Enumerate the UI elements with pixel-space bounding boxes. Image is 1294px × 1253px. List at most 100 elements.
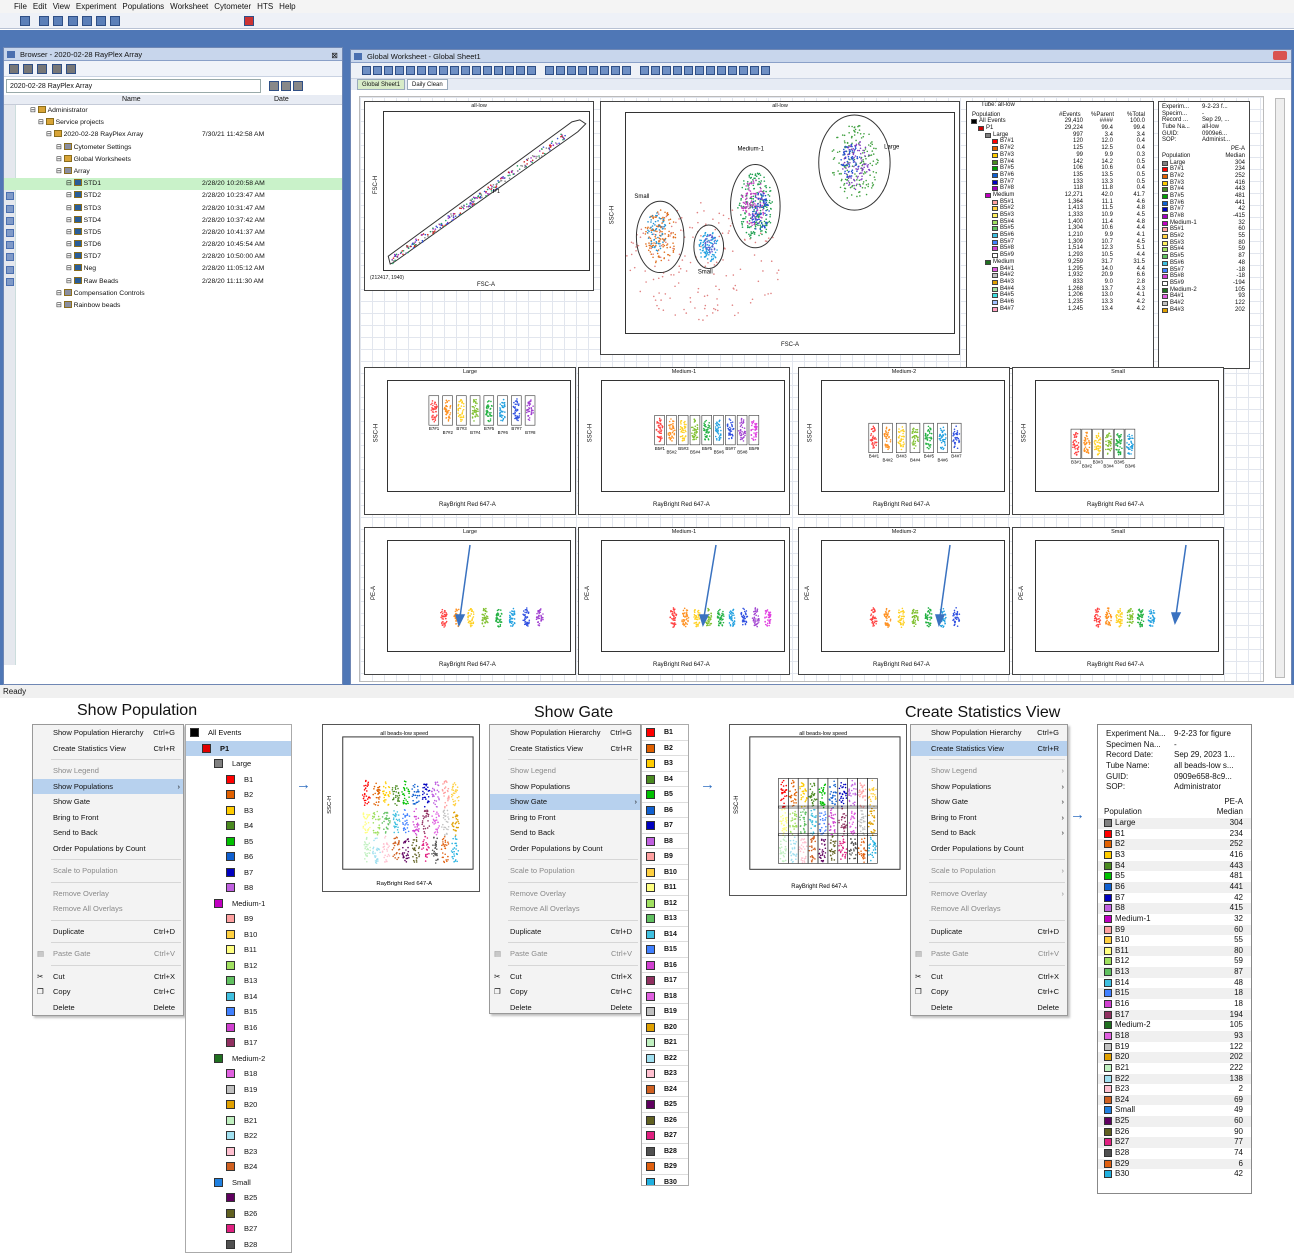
overlay-plot[interactable]: all beads-low speed RayBright Red 647-A … [322, 724, 480, 892]
tube-stat-row[interactable]: Medium-2 105 [1159, 287, 1249, 294]
tube-stat-row[interactable]: B4#1 93 [1159, 293, 1249, 300]
pe-plot-medium-1[interactable]: Medium-1 PE-A RayBright Red 647-A [578, 527, 790, 675]
menu-item-remove-all-overlays[interactable]: Remove All Overlays [33, 901, 183, 917]
population-item[interactable]: B28 [186, 1237, 291, 1253]
hierarchy-row[interactable]: B5#6 1,210 9.9 4.1 [967, 232, 1153, 239]
menu-item-order-populations-by-count[interactable]: Order Populations by Count [33, 841, 183, 857]
menu-item-show-legend[interactable]: Show Legend [33, 763, 183, 779]
tube-stat-row[interactable]: B4#2 122 [1159, 300, 1249, 307]
tube-stat-row[interactable]: B5#7 -18 [1159, 267, 1249, 274]
tube-stat-row[interactable]: B7#7 42 [1159, 206, 1249, 213]
population-item[interactable]: B15 [186, 1004, 291, 1020]
worksheet-tool-button[interactable] [728, 66, 737, 75]
worksheet-tool-button[interactable] [406, 66, 415, 75]
worksheet-tool-button[interactable] [706, 66, 715, 75]
population-item[interactable]: All Events [186, 725, 291, 741]
population-item[interactable]: B18 [186, 1066, 291, 1082]
tube-stat-row[interactable]: B7#2 252 [1159, 173, 1249, 180]
population-item[interactable]: B27 [186, 1221, 291, 1237]
worksheet-tool-button[interactable] [622, 66, 631, 75]
tree-item[interactable]: ⊟ STD5 2/28/20 10:41:37 AM [4, 227, 342, 239]
hierarchy-row[interactable]: B7#1 120 12.0 0.4 [967, 138, 1153, 145]
menu-item-paste-gate[interactable]: ▤ Paste Gate Ctrl+V [33, 946, 183, 962]
tube-stat-row[interactable]: B7#3 416 [1159, 180, 1249, 187]
toolbar-button[interactable] [81, 16, 92, 26]
tube-statistics-panel[interactable]: Experim... 9-2-23 f... Specim... - Record ..… [1158, 101, 1250, 369]
new-experiment-icon[interactable] [23, 64, 34, 74]
hierarchy-row[interactable]: Large 997 3.4 3.4 [967, 132, 1153, 139]
worksheet-tool-button[interactable] [417, 66, 426, 75]
hierarchy-row[interactable]: B7#2 125 12.5 0.4 [967, 145, 1153, 152]
population-item[interactable]: B5 [186, 834, 291, 850]
name-column-header[interactable]: Name [122, 95, 141, 105]
tube-stat-row[interactable]: B5#3 80 [1159, 240, 1249, 247]
population-item[interactable]: B8 [186, 880, 291, 896]
population-item[interactable]: B24 [186, 1159, 291, 1175]
tube-stat-row[interactable]: B5#6 48 [1159, 260, 1249, 267]
menu-item-show-population-hierarchy[interactable]: Show Population Hierarchy Ctrl+G [33, 725, 183, 741]
close-icon[interactable] [1273, 51, 1287, 60]
fsc-plot[interactable]: all-low P1 FSC-H FSC-A (212417, 1940) [364, 101, 594, 291]
hierarchy-row[interactable]: B5#4 1,400 11.4 4.8 [967, 219, 1153, 226]
worksheet-tool-button[interactable] [662, 66, 671, 75]
hierarchy-row[interactable]: P1 29,224 99.4 99.4 [967, 125, 1153, 132]
tube-stat-row[interactable]: B5#2 55 [1159, 233, 1249, 240]
tab-global-sheet1[interactable]: Global Sheet1 [357, 79, 406, 90]
browser-option-icon[interactable] [281, 81, 291, 91]
worksheet-tool-button[interactable] [527, 66, 536, 75]
population-item[interactable]: Medium-2 [186, 1051, 291, 1067]
tube-stat-row[interactable]: B7#5 481 [1159, 193, 1249, 200]
worksheet-tool-button[interactable] [494, 66, 503, 75]
p1-gate[interactable] [387, 119, 587, 265]
tube-stat-row[interactable]: Medium-1 32 [1159, 220, 1249, 227]
tube-stat-row[interactable]: B5#9 -194 [1159, 280, 1249, 287]
hierarchy-row[interactable]: B5#3 1,333 10.9 4.5 [967, 212, 1153, 219]
tube-stat-row[interactable]: B7#8 -415 [1159, 213, 1249, 220]
tree-item[interactable]: ⊟ STD4 2/28/20 10:37:42 AM [4, 215, 342, 227]
hierarchy-row[interactable]: B7#4 142 14.2 0.5 [967, 159, 1153, 166]
worksheet-tool-button[interactable] [545, 66, 554, 75]
population-item[interactable]: B11 [186, 942, 291, 958]
tree-item[interactable]: ⊟ Service projects [4, 117, 342, 129]
tube-stat-row[interactable]: B5#1 60 [1159, 226, 1249, 233]
population-item[interactable]: B23 [186, 1144, 291, 1160]
cytometer-disconnected-icon[interactable] [243, 16, 254, 26]
worksheet-tool-button[interactable] [362, 66, 371, 75]
menu-populations[interactable]: Populations [122, 2, 164, 11]
worksheet-tool-button[interactable] [461, 66, 470, 75]
tube-stat-row[interactable]: B5#8 -18 [1159, 273, 1249, 280]
hierarchy-row[interactable]: B4#1 1,295 14.0 4.4 [967, 266, 1153, 273]
hierarchy-row[interactable]: All Events 29,410 #### 100.0 [967, 118, 1153, 125]
worksheet-tool-button[interactable] [739, 66, 748, 75]
new-worksheet-icon[interactable] [65, 64, 76, 74]
menu-item-scale-to-population[interactable]: Scale to Population [33, 863, 183, 879]
ssc-plot[interactable]: all-low Small Small Medium-1 Large SSC-H… [600, 101, 960, 355]
menu-item-show-populations[interactable]: Show Populations › [33, 778, 183, 794]
menu-item-duplicate[interactable]: Duplicate Ctrl+D [33, 924, 183, 940]
gate-plot-large[interactable]: Large B7#1 B7#2 B7#3 B7#4 B7#5 B7#6 B7#7 B7#8 SSC… [364, 367, 576, 515]
population-item[interactable]: B4 [186, 818, 291, 834]
tube-stat-row[interactable]: B7#4 443 [1159, 186, 1249, 193]
tube-stat-row[interactable]: B5#5 87 [1159, 253, 1249, 260]
experiment-combo[interactable]: 2020-02-28 RayPlex Array [6, 79, 261, 93]
worksheet-tool-button[interactable] [640, 66, 649, 75]
population-item[interactable]: B25 [186, 1190, 291, 1206]
bead-gate[interactable] [882, 422, 893, 453]
tree-item[interactable]: ⊟ Raw Beads 2/28/20 11:11:30 AM [4, 276, 342, 288]
population-item[interactable]: Medium-1 [186, 896, 291, 912]
tree-item[interactable]: ⊟ Cytometer Settings [4, 142, 342, 154]
menu-view[interactable]: View [53, 2, 70, 11]
bead-gate[interactable] [896, 422, 907, 453]
hierarchy-row[interactable]: B7#8 118 11.8 0.4 [967, 185, 1153, 192]
hierarchy-row[interactable]: B5#2 1,413 11.5 4.8 [967, 205, 1153, 212]
worksheet-tool-button[interactable] [472, 66, 481, 75]
hierarchy-row[interactable]: B7#6 135 13.5 0.5 [967, 172, 1153, 179]
menu-edit[interactable]: Edit [33, 2, 47, 11]
population-item[interactable]: B2 [186, 787, 291, 803]
toolbar-button[interactable] [67, 16, 78, 26]
date-column-header[interactable]: Date [274, 95, 289, 105]
population-item[interactable]: Small [186, 1175, 291, 1191]
hierarchy-row[interactable]: B5#5 1,304 10.6 4.4 [967, 225, 1153, 232]
worksheet-tool-button[interactable] [556, 66, 565, 75]
close-icon[interactable]: ⊠ [331, 49, 338, 62]
